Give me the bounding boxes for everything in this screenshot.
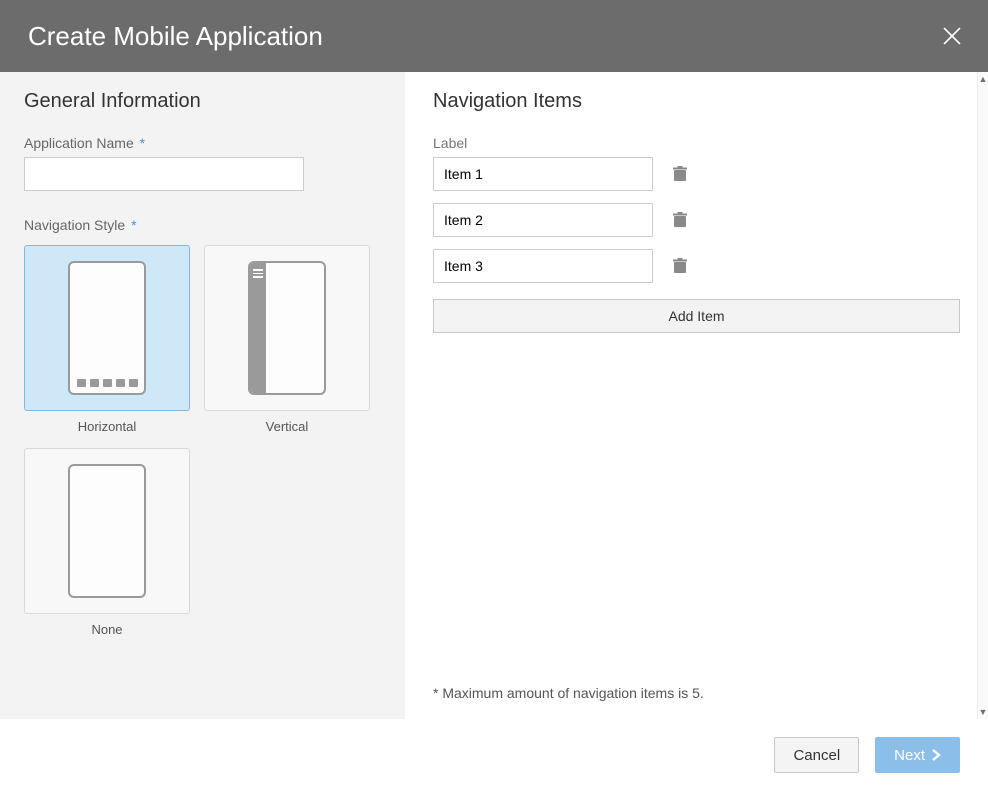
nav-style-none[interactable]: [24, 448, 190, 614]
trash-icon: [673, 212, 687, 228]
nav-item-row: [433, 249, 960, 283]
application-name-input[interactable]: [24, 157, 304, 191]
create-mobile-app-dialog: Create Mobile Application General Inform…: [0, 0, 988, 795]
delete-item-button[interactable]: [671, 257, 689, 275]
next-button-label: Next: [894, 747, 925, 764]
nav-style-horizontal-label: Horizontal: [78, 419, 137, 434]
nav-style-none-label: None: [91, 622, 122, 637]
general-info-heading: General Information: [24, 90, 381, 113]
navigation-items-heading: Navigation Items: [433, 90, 960, 113]
general-information-pane: General Information Application Name * N…: [0, 72, 405, 719]
trash-icon: [673, 166, 687, 182]
dialog-footer: Cancel Next: [0, 719, 988, 795]
max-items-note: * Maximum amount of navigation items is …: [433, 685, 960, 701]
add-item-button[interactable]: Add Item: [433, 299, 960, 333]
navigation-style-label: Navigation Style *: [24, 217, 381, 233]
scroll-down-icon: ▼: [979, 705, 988, 719]
required-mark: *: [140, 135, 145, 151]
nav-style-vertical[interactable]: [204, 245, 370, 411]
close-icon: [942, 26, 962, 46]
nav-style-horizontal[interactable]: [24, 245, 190, 411]
nav-item-row: [433, 157, 960, 191]
phone-horizontal-icon: [68, 261, 146, 395]
cancel-button[interactable]: Cancel: [774, 737, 859, 773]
dialog-body: General Information Application Name * N…: [0, 72, 988, 719]
nav-item-input[interactable]: [433, 249, 653, 283]
nav-style-vertical-label: Vertical: [266, 419, 309, 434]
delete-item-button[interactable]: [671, 165, 689, 183]
chevron-right-icon: [931, 748, 941, 762]
vertical-scrollbar[interactable]: ▲ ▼: [977, 72, 988, 719]
label-column-header: Label: [433, 135, 960, 151]
next-button[interactable]: Next: [875, 737, 960, 773]
phone-vertical-icon: [248, 261, 326, 395]
phone-none-icon: [68, 464, 146, 598]
nav-item-row: [433, 203, 960, 237]
navigation-style-options: Horizontal Vertical: [24, 245, 384, 637]
dialog-title: Create Mobile Application: [28, 21, 323, 52]
close-button[interactable]: [938, 22, 966, 50]
navigation-items-pane: Navigation Items Label: [405, 72, 988, 719]
scroll-up-icon: ▲: [979, 72, 988, 86]
dialog-titlebar: Create Mobile Application: [0, 0, 988, 72]
trash-icon: [673, 258, 687, 274]
delete-item-button[interactable]: [671, 211, 689, 229]
nav-item-input[interactable]: [433, 203, 653, 237]
required-mark: *: [131, 217, 136, 233]
application-name-label: Application Name *: [24, 135, 381, 151]
nav-item-input[interactable]: [433, 157, 653, 191]
